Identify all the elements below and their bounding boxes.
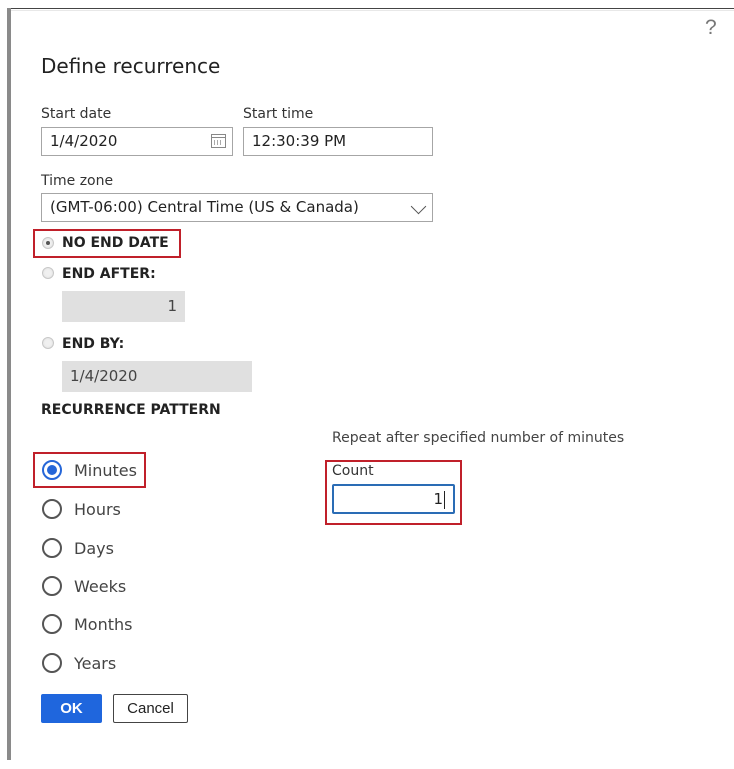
text-caret [444, 490, 445, 509]
radio-label-years: Years [74, 654, 117, 673]
radio-years[interactable] [42, 653, 62, 673]
end-after-label: END AFTER: [62, 266, 156, 282]
start-date-label: Start date [41, 106, 112, 122]
help-icon[interactable]: ? [705, 16, 717, 40]
count-value: 1 [433, 490, 443, 508]
end-after-input[interactable]: 1 [62, 291, 185, 322]
ok-button[interactable]: OK [41, 694, 102, 723]
start-time-input[interactable]: 12:30:39 PM [243, 127, 433, 156]
radio-hours[interactable] [42, 499, 62, 519]
radio-label-hours: Hours [74, 500, 121, 519]
end-by-input[interactable]: 1/4/2020 [62, 361, 252, 392]
no-end-date-label: NO END DATE [62, 235, 169, 251]
no-end-date-radio[interactable] [42, 237, 54, 249]
chevron-down-icon [410, 198, 427, 215]
top-border-shadow [8, 10, 734, 11]
left-border [7, 8, 11, 760]
start-date-input[interactable]: 1/4/2020 [41, 127, 233, 156]
repeat-hint: Repeat after specified number of minutes [332, 430, 625, 446]
radio-weeks[interactable] [42, 576, 62, 596]
dialog-title: Define recurrence [41, 54, 221, 78]
end-by-label: END BY: [62, 336, 125, 352]
timezone-select[interactable]: (GMT-06:00) Central Time (US & Canada) [41, 193, 433, 222]
radio-label-days: Days [74, 539, 114, 558]
radio-minutes[interactable] [42, 460, 62, 480]
calendar-icon[interactable] [211, 134, 226, 148]
start-time-label: Start time [243, 106, 314, 122]
start-date-value: 1/4/2020 [50, 132, 118, 150]
radio-days[interactable] [42, 538, 62, 558]
end-by-radio[interactable] [42, 337, 54, 349]
end-after-radio[interactable] [42, 267, 54, 279]
start-time-value: 12:30:39 PM [252, 132, 347, 150]
radio-label-minutes: Minutes [74, 461, 137, 480]
recurrence-pattern-heading: RECURRENCE PATTERN [41, 402, 221, 418]
radio-label-weeks: Weeks [74, 577, 127, 596]
cancel-button[interactable]: Cancel [113, 694, 188, 723]
radio-label-months: Months [74, 615, 133, 634]
timezone-value: (GMT-06:00) Central Time (US & Canada) [50, 198, 359, 216]
radio-months[interactable] [42, 614, 62, 634]
timezone-label: Time zone [41, 173, 114, 189]
count-label: Count [332, 463, 374, 479]
top-border [8, 8, 734, 9]
count-input[interactable]: 1 [332, 484, 455, 514]
